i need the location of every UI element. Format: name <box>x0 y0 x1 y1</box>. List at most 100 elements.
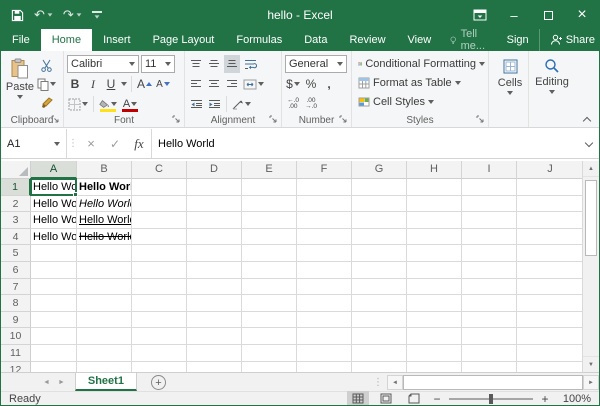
styles-dialog-launcher[interactable] <box>476 115 486 125</box>
cell-C11[interactable] <box>132 345 187 362</box>
cell-D11[interactable] <box>187 345 242 362</box>
cell-I6[interactable] <box>462 262 517 279</box>
cell-H8[interactable] <box>407 295 462 312</box>
cell-C2[interactable] <box>132 196 187 213</box>
zoom-in-button[interactable]: + <box>539 392 551 406</box>
cell-E7[interactable] <box>242 279 297 296</box>
cell-F3[interactable] <box>297 212 352 229</box>
cell-J12[interactable] <box>517 362 584 372</box>
select-all-button[interactable] <box>1 161 31 179</box>
tab-home[interactable]: Home <box>41 29 92 51</box>
redo-dropdown-caret-icon[interactable] <box>76 13 81 16</box>
column-header-A[interactable]: A <box>31 161 77 179</box>
cell-E3[interactable] <box>242 212 297 229</box>
minimize-button[interactable]: – <box>497 1 531 29</box>
editing-button[interactable]: Editing <box>532 54 572 94</box>
tab-data[interactable]: Data <box>293 29 338 51</box>
tell-me-button[interactable]: Tell me... <box>442 29 496 51</box>
paste-dropdown-caret-icon[interactable] <box>17 95 23 99</box>
cell-F8[interactable] <box>297 295 352 312</box>
cell-B2[interactable]: Hello World <box>77 196 132 213</box>
cell-B8[interactable] <box>77 295 132 312</box>
cell-E8[interactable] <box>242 295 297 312</box>
scroll-up-button[interactable]: ▲ <box>583 161 599 177</box>
cell-C5[interactable] <box>132 245 187 262</box>
row-header-12[interactable]: 12 <box>1 362 31 372</box>
fill-color-button[interactable] <box>98 95 118 113</box>
tab-formulas[interactable]: Formulas <box>225 29 293 51</box>
increase-indent-button[interactable] <box>206 95 222 113</box>
formula-bar-resizer[interactable]: ⋮ <box>67 129 79 158</box>
column-header-J[interactable]: J <box>517 161 584 179</box>
cell-D9[interactable] <box>187 312 242 329</box>
cell-J2[interactable] <box>517 196 584 213</box>
column-header-C[interactable]: C <box>132 161 187 179</box>
cell-I5[interactable] <box>462 245 517 262</box>
cell-D7[interactable] <box>187 279 242 296</box>
cell-J11[interactable] <box>517 345 584 362</box>
row-header-2[interactable]: 2 <box>1 196 31 213</box>
cell-H5[interactable] <box>407 245 462 262</box>
cell-J5[interactable] <box>517 245 584 262</box>
column-header-H[interactable]: H <box>407 161 462 179</box>
cell-C6[interactable] <box>132 262 187 279</box>
horizontal-scrollbar[interactable]: ⋮ ◄ ► <box>369 373 599 392</box>
cell-B9[interactable] <box>77 312 132 329</box>
cell-A1[interactable]: Hello World <box>31 179 77 196</box>
maximize-button[interactable] <box>531 1 565 29</box>
cell-F11[interactable] <box>297 345 352 362</box>
wrap-text-button[interactable] <box>242 55 258 73</box>
cell-B11[interactable] <box>77 345 132 362</box>
cell-C3[interactable] <box>132 212 187 229</box>
share-button[interactable]: Share <box>539 29 600 51</box>
font-color-button[interactable]: A <box>120 95 140 113</box>
column-header-D[interactable]: D <box>187 161 242 179</box>
cell-H10[interactable] <box>407 328 462 345</box>
cell-A5[interactable] <box>31 245 77 262</box>
cell-H2[interactable] <box>407 196 462 213</box>
sign-in-button[interactable]: Sign in <box>497 29 539 51</box>
cell-A11[interactable] <box>31 345 77 362</box>
font-size-select[interactable]: 11 <box>141 55 175 73</box>
cell-D8[interactable] <box>187 295 242 312</box>
cell-B7[interactable] <box>77 279 132 296</box>
cell-E5[interactable] <box>242 245 297 262</box>
cell-A10[interactable] <box>31 328 77 345</box>
cell-J7[interactable] <box>517 279 584 296</box>
cell-J4[interactable] <box>517 229 584 246</box>
copy-button[interactable] <box>36 75 57 93</box>
cell-F1[interactable] <box>297 179 352 196</box>
cell-F4[interactable] <box>297 229 352 246</box>
cell-B1[interactable]: Hello World <box>77 179 132 196</box>
percent-style-button[interactable]: % <box>303 75 319 93</box>
sheet-tab-sheet1[interactable]: Sheet1 <box>75 373 137 391</box>
horizontal-scroll-thumb[interactable] <box>403 375 583 390</box>
normal-view-button[interactable] <box>347 391 369 406</box>
cell-A8[interactable] <box>31 295 77 312</box>
zoom-slider-thumb[interactable] <box>489 394 493 404</box>
copy-dropdown-caret-icon[interactable] <box>50 82 56 86</box>
row-header-10[interactable]: 10 <box>1 328 31 345</box>
collapse-ribbon-button[interactable] <box>581 114 593 124</box>
column-header-G[interactable]: G <box>352 161 407 179</box>
cell-G1[interactable] <box>352 179 407 196</box>
font-dialog-launcher[interactable] <box>172 115 182 125</box>
cell-J9[interactable] <box>517 312 584 329</box>
column-header-E[interactable]: E <box>242 161 297 179</box>
cell-J10[interactable] <box>517 328 584 345</box>
row-header-5[interactable]: 5 <box>1 245 31 262</box>
underline-dropdown-caret-icon[interactable] <box>121 82 127 86</box>
column-header-F[interactable]: F <box>297 161 352 179</box>
cell-F5[interactable] <box>297 245 352 262</box>
cell-I7[interactable] <box>462 279 517 296</box>
paste-button[interactable]: Paste <box>4 54 36 112</box>
zoom-slider[interactable] <box>449 398 533 400</box>
cell-C10[interactable] <box>132 328 187 345</box>
cell-A9[interactable] <box>31 312 77 329</box>
cell-C8[interactable] <box>132 295 187 312</box>
scroll-left-button[interactable]: ◄ <box>387 375 403 390</box>
format-as-table-button[interactable]: Format as Table <box>358 73 485 92</box>
zoom-level[interactable]: 100% <box>557 393 591 405</box>
cell-B12[interactable] <box>77 362 132 372</box>
align-left-button[interactable] <box>188 75 204 93</box>
